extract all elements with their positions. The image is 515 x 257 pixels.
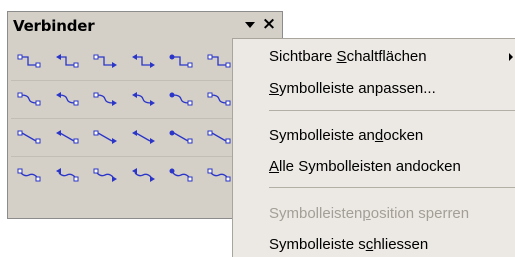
menu-item-5[interactable]: Symbolleiste schliessen bbox=[233, 230, 515, 257]
curved-arrow-connector-button[interactable] bbox=[49, 80, 87, 118]
elbow-arrows-both-connector-button[interactable] bbox=[125, 42, 163, 80]
menu-item-label: Symbolleistenposition sperren bbox=[269, 205, 470, 222]
straight-connector-variant-icon bbox=[207, 130, 231, 144]
elbow-dot-connector-icon bbox=[169, 54, 193, 68]
straight-dot-connector-button[interactable] bbox=[163, 118, 201, 156]
wave-connector-button[interactable] bbox=[11, 156, 49, 194]
elbow-arrow-connector-icon bbox=[56, 54, 79, 68]
elbow-connector-button[interactable] bbox=[11, 42, 49, 80]
menu-item-label: Symbolleiste anpassen... bbox=[269, 80, 436, 97]
curved-connector-icon bbox=[17, 92, 41, 106]
menu-item-1[interactable]: Symbolleiste anpassen... bbox=[233, 74, 515, 104]
straight-double-arrow-connector-icon bbox=[93, 130, 117, 144]
straight-connector-button[interactable] bbox=[11, 118, 49, 156]
close-button[interactable]: × bbox=[261, 15, 277, 33]
curved-connector-variant-icon bbox=[207, 92, 231, 106]
curved-arrow-connector-icon bbox=[56, 92, 79, 106]
wave-connector-variant-icon bbox=[207, 168, 231, 182]
curved-double-arrow-connector-button[interactable] bbox=[87, 80, 125, 118]
straight-arrow-connector-icon bbox=[56, 130, 79, 144]
wave-arrow-connector-icon bbox=[56, 168, 79, 182]
wave-arrows-both-connector-button[interactable] bbox=[125, 156, 163, 194]
curved-dot-connector-icon bbox=[169, 92, 193, 106]
elbow-connector-variant-icon bbox=[207, 54, 231, 68]
curved-connector-button[interactable] bbox=[11, 80, 49, 118]
elbow-connector-icon bbox=[17, 54, 41, 68]
elbow-arrows-both-connector-icon bbox=[132, 54, 155, 68]
curved-dot-connector-button[interactable] bbox=[163, 80, 201, 118]
menu-item-4: Symbolleistenposition sperren bbox=[233, 199, 515, 229]
wave-double-arrow-connector-icon bbox=[93, 168, 117, 182]
menu-item-label: Alle Symbolleisten andocken bbox=[269, 158, 461, 175]
wave-double-arrow-connector-button[interactable] bbox=[87, 156, 125, 194]
dropdown-arrow-icon[interactable] bbox=[245, 22, 255, 28]
wave-connector-icon bbox=[17, 168, 41, 182]
toolbar-titlebar[interactable]: Verbinder × bbox=[10, 14, 280, 36]
curved-arrows-both-connector-button[interactable] bbox=[125, 80, 163, 118]
straight-arrow-connector-button[interactable] bbox=[49, 118, 87, 156]
menu-item-label: Sichtbare Schaltflächen bbox=[269, 48, 427, 65]
menu-separator bbox=[269, 187, 515, 188]
elbow-double-arrow-connector-icon bbox=[93, 54, 117, 68]
curved-arrows-both-connector-icon bbox=[132, 92, 155, 106]
straight-dot-connector-icon bbox=[169, 130, 193, 144]
menu-item-label: Symbolleiste andocken bbox=[269, 127, 424, 144]
toolbar-title: Verbinder bbox=[13, 17, 95, 35]
straight-arrows-both-connector-button[interactable] bbox=[125, 118, 163, 156]
straight-arrows-both-connector-icon bbox=[132, 130, 155, 144]
menu-item-2[interactable]: Symbolleiste andocken bbox=[233, 121, 515, 151]
elbow-dot-connector-button[interactable] bbox=[163, 42, 201, 80]
wave-arrow-connector-button[interactable] bbox=[49, 156, 87, 194]
wave-dot-connector-button[interactable] bbox=[163, 156, 201, 194]
wave-dot-connector-icon bbox=[169, 168, 193, 182]
menu-item-3[interactable]: Alle Symbolleisten andocken bbox=[233, 152, 515, 182]
menu-item-label: Symbolleiste schliessen bbox=[269, 236, 429, 253]
straight-double-arrow-connector-button[interactable] bbox=[87, 118, 125, 156]
wave-arrows-both-connector-icon bbox=[132, 168, 155, 182]
straight-connector-icon bbox=[17, 130, 41, 144]
curved-double-arrow-connector-icon bbox=[93, 92, 117, 106]
submenu-arrow-icon bbox=[509, 53, 513, 61]
context-menu: Sichtbare Schaltflächen Symbolleiste anpa… bbox=[232, 38, 515, 257]
menu-item-0[interactable]: Sichtbare Schaltflächen bbox=[233, 42, 515, 72]
elbow-double-arrow-connector-button[interactable] bbox=[87, 42, 125, 80]
menu-separator bbox=[269, 110, 515, 111]
elbow-arrow-connector-button[interactable] bbox=[49, 42, 87, 80]
